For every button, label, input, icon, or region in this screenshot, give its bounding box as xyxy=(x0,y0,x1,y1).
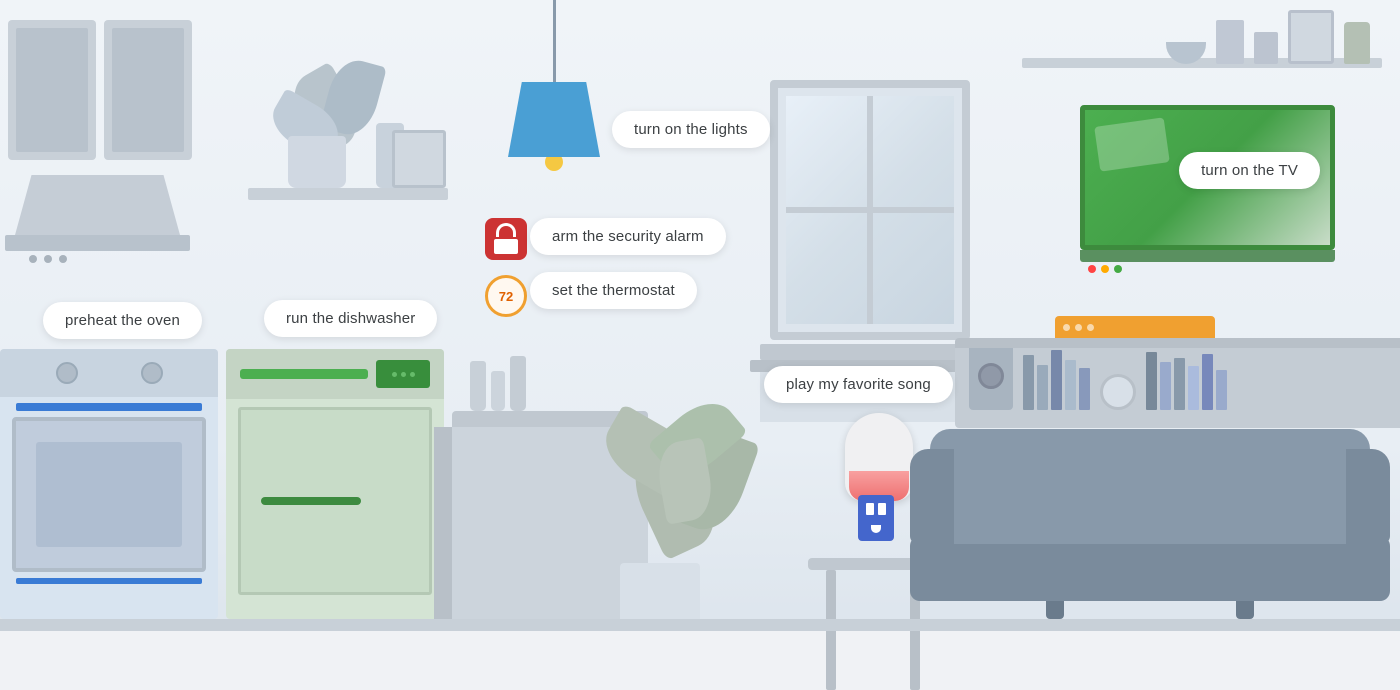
dishwasher xyxy=(226,349,444,619)
bubble-thermostat-text: set the thermostat xyxy=(552,282,675,299)
bubble-thermostat: set the thermostat xyxy=(530,272,697,309)
google-home-speaker xyxy=(845,413,913,501)
bubble-tv-text: turn on the TV xyxy=(1201,162,1298,179)
bubble-dishwasher-text: run the dishwasher xyxy=(286,310,415,327)
bubble-lights: turn on the lights xyxy=(612,111,770,148)
bubble-tv: turn on the TV xyxy=(1179,152,1320,189)
tv-display xyxy=(1080,105,1335,273)
bubble-song: play my favorite song xyxy=(764,366,953,403)
media-console xyxy=(955,338,1400,428)
security-alarm-icon xyxy=(485,218,527,260)
bubble-security-text: arm the security alarm xyxy=(552,228,704,245)
top-shelf-items xyxy=(1166,10,1370,64)
counter-items xyxy=(470,356,526,411)
sofa xyxy=(910,429,1390,619)
pendant-light xyxy=(508,0,600,171)
kitchen-cabinets xyxy=(0,10,210,180)
bubble-security: arm the security alarm xyxy=(530,218,726,255)
scene: 72 turn on the lights arm the security a… xyxy=(0,0,1400,631)
bubble-song-text: play my favorite song xyxy=(786,376,931,393)
power-outlet xyxy=(858,495,894,541)
floor xyxy=(0,619,1400,631)
bubble-oven-text: preheat the oven xyxy=(65,312,180,329)
bubble-lights-text: turn on the lights xyxy=(634,121,748,138)
range-hood xyxy=(15,175,190,263)
thermostat-icon: 72 xyxy=(485,275,527,317)
window xyxy=(770,80,970,340)
shelf-left xyxy=(248,40,448,260)
oven xyxy=(0,349,218,619)
bubble-oven: preheat the oven xyxy=(43,302,202,339)
bubble-dishwasher: run the dishwasher xyxy=(264,300,437,337)
